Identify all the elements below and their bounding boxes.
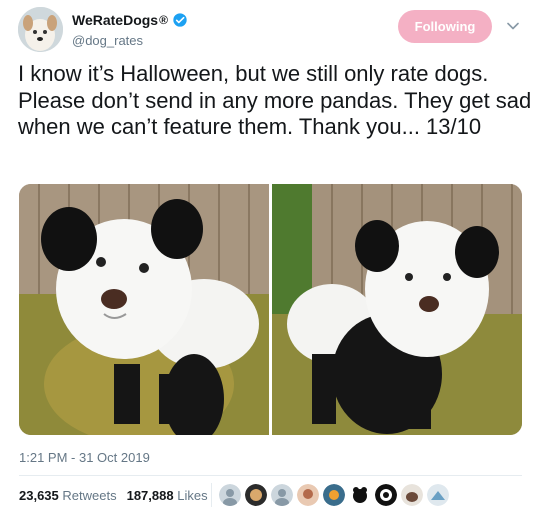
liker-avatar[interactable] — [297, 484, 319, 506]
liker-avatar[interactable] — [323, 484, 345, 506]
liker-avatar[interactable] — [219, 484, 241, 506]
likes-count: 187,888 — [126, 488, 174, 503]
chevron-down-icon[interactable] — [506, 19, 520, 33]
profile-avatar[interactable] — [18, 7, 63, 52]
likes-label: Likes — [177, 488, 208, 503]
liker-avatar[interactable] — [427, 484, 449, 506]
tweet-timestamp[interactable]: 1:21 PM - 31 Oct 2019 — [19, 450, 150, 465]
retweets-stat[interactable]: 23,635 Retweets — [19, 488, 117, 503]
verified-badge-icon — [173, 13, 187, 27]
panda-dog-photo-left[interactable] — [19, 184, 269, 435]
registered-mark: ® — [159, 13, 168, 27]
liker-avatars — [219, 484, 453, 506]
likes-stat[interactable]: 187,888 Likes — [127, 488, 208, 503]
divider — [19, 475, 522, 476]
liker-avatar[interactable] — [401, 484, 423, 506]
tweet-text: I know it’s Halloween, but we still only… — [18, 61, 532, 139]
following-button[interactable]: Following — [398, 10, 492, 43]
tweet-stats: 23,635 Retweets 187,888 Likes — [19, 488, 208, 503]
account-name-row[interactable]: WeRateDogs ® — [72, 12, 188, 28]
liker-avatar[interactable] — [245, 484, 267, 506]
account-handle[interactable]: @dog_rates — [72, 33, 143, 48]
tweet-media[interactable] — [19, 184, 522, 435]
liker-avatar[interactable] — [349, 484, 371, 506]
retweets-count: 23,635 — [19, 488, 59, 503]
panda-dog-photo-right[interactable] — [272, 184, 522, 435]
liker-avatar[interactable] — [271, 484, 293, 506]
stats-separator — [211, 483, 212, 507]
account-name[interactable]: WeRateDogs — [72, 12, 158, 28]
retweets-label: Retweets — [62, 488, 117, 503]
liker-avatar[interactable] — [375, 484, 397, 506]
